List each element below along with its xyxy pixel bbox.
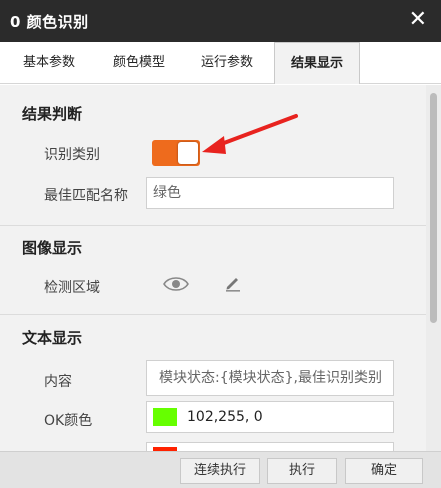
result-display-panel: 结果判断 识别类别 最佳匹配名称 绿色 图像显示 检测区域 文本显示 内容 模块… [0, 85, 426, 451]
title-bar: 0 颜色识别 ✕ [0, 0, 441, 42]
ok-color-swatch [153, 408, 177, 426]
confirm-button[interactable]: 确定 [345, 458, 423, 484]
run-button[interactable]: 执行 [267, 458, 337, 484]
tab-bar: 基本参数 颜色模型 运行参数 结果显示 [0, 42, 441, 84]
window-title: 0 颜色识别 [10, 13, 89, 31]
vertical-scrollbar[interactable] [426, 85, 441, 451]
run-continuous-button[interactable]: 连续执行 [180, 458, 260, 484]
identify-category-toggle[interactable] [152, 140, 200, 166]
section-title-result-judgment: 结果判断 [22, 105, 83, 123]
detect-region-label: 检测区域 [44, 280, 100, 296]
best-match-name-label: 最佳匹配名称 [44, 188, 128, 204]
section-divider [0, 314, 426, 315]
content-field[interactable]: 模块状态:{模块状态},最佳识别类别 [146, 360, 394, 396]
section-divider [0, 225, 426, 226]
best-match-name-field[interactable]: 绿色 [146, 177, 394, 209]
tab-result-display[interactable]: 结果显示 [274, 42, 360, 84]
tab-run-params[interactable]: 运行参数 [184, 42, 270, 84]
toggle-knob [178, 142, 198, 164]
scrollbar-thumb[interactable] [430, 93, 437, 323]
ok-color-label: OK颜色 [44, 413, 93, 429]
section-title-image-display: 图像显示 [22, 239, 83, 257]
identify-category-label: 识别类别 [44, 147, 100, 163]
content-label: 内容 [44, 374, 72, 390]
section-title-text-display: 文本显示 [22, 329, 83, 347]
ok-color-value: 102,255, 0 [187, 409, 263, 425]
ok-color-field[interactable]: 102,255, 0 [146, 401, 394, 433]
tab-basic-params[interactable]: 基本参数 [6, 42, 92, 84]
close-icon[interactable]: ✕ [409, 8, 427, 32]
eye-icon[interactable] [163, 275, 189, 293]
ng-color-field[interactable] [146, 442, 394, 451]
pencil-icon[interactable] [224, 274, 242, 292]
footer-bar: 连续执行 执行 确定 [0, 451, 441, 488]
tab-color-model[interactable]: 颜色模型 [96, 42, 182, 84]
